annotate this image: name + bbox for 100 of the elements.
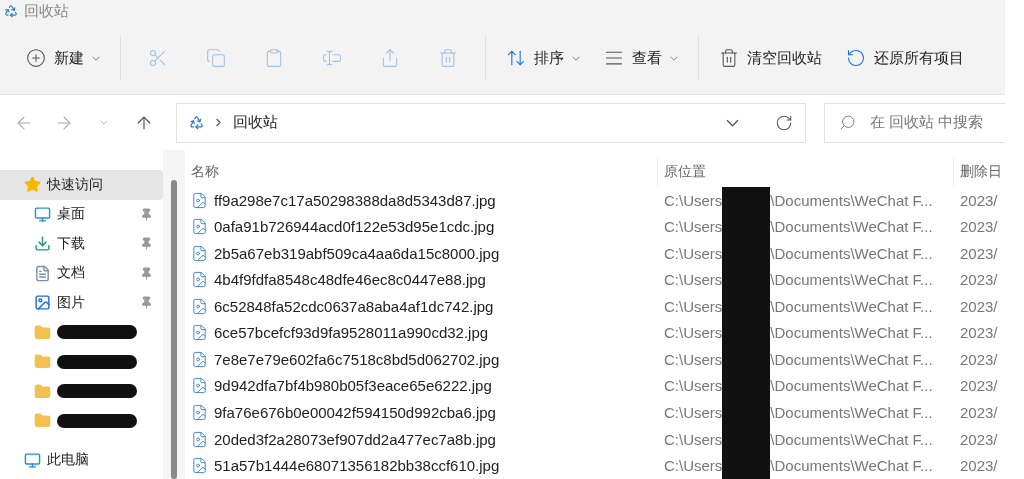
desktop-icon: [34, 205, 51, 223]
location-text: \Documents\WeChat F...: [770, 244, 933, 262]
folder-icon: [34, 353, 51, 371]
date-text: 2023/: [959, 191, 999, 209]
empty-button[interactable]: 清空回收站: [707, 38, 834, 78]
address-bar[interactable]: 回收站: [176, 102, 806, 143]
folder-icon: [34, 412, 51, 430]
location-text: C:\Users: [664, 244, 723, 262]
recycle-bin-icon: [4, 4, 18, 18]
location-text: \Documents\WeChat F...: [770, 377, 933, 395]
computer-icon: [24, 451, 41, 469]
file-name[interactable]: 2b5a67eb319abf509ca4aa6da15c8000.jpg: [191, 244, 657, 262]
search-field[interactable]: 在 回收站 中搜索: [824, 102, 1005, 143]
date-text: 2023/: [959, 430, 999, 448]
file-name[interactable]: 51a57b1444e68071356182bb38ccf610.jpg: [191, 457, 657, 475]
image-file-icon: [191, 218, 208, 236]
date-text: 2023/: [959, 404, 999, 422]
copy-icon: [206, 48, 226, 68]
location-text: C:\Users: [664, 350, 723, 368]
image-file-icon: [191, 191, 208, 209]
column-header[interactable]: 名称: [191, 158, 657, 187]
sidebar-item[interactable]: 快速访问: [0, 170, 163, 200]
window-title: 回收站: [24, 1, 69, 21]
file-name[interactable]: ff9a298e7c17a50298388da8d5343d87.jpg: [191, 191, 657, 209]
location-text: \Documents\WeChat F...: [770, 324, 933, 342]
sidebar-item[interactable]: 文档: [0, 258, 163, 288]
trash-icon: [719, 48, 739, 68]
view-button[interactable]: 查看: [592, 38, 690, 78]
location-text: C:\Users: [664, 457, 723, 475]
image-file-icon: [191, 244, 208, 262]
image-file-icon: [191, 377, 208, 395]
picture-icon: [34, 294, 51, 312]
caret-icon: [726, 118, 739, 127]
file-name[interactable]: 9fa76e676b0e00042f594150d992cba6.jpg: [191, 404, 657, 422]
location-text: \Documents\WeChat F...: [770, 457, 933, 475]
file-name[interactable]: 4b4f9fdfa8548c48dfe46ec8c0447e88.jpg: [191, 271, 657, 289]
location-text: C:\Users: [664, 297, 723, 315]
date-text: 2023/: [959, 377, 999, 395]
location-text: \Documents\WeChat F...: [770, 271, 933, 289]
location-text: C:\Users: [664, 218, 723, 236]
plus-icon: [26, 48, 46, 68]
scrollbar[interactable]: [163, 150, 185, 479]
star-icon: [24, 176, 41, 194]
breadcrumb[interactable]: 回收站: [233, 113, 278, 132]
location-text: C:\Users: [664, 430, 723, 448]
date-text: 2023/: [959, 457, 999, 475]
caret-icon: [100, 120, 108, 125]
sidebar-item[interactable]: 图片: [0, 288, 163, 318]
refresh-icon[interactable]: [775, 113, 793, 132]
column-header[interactable]: 原位置: [657, 158, 953, 187]
location-text: C:\Users: [664, 404, 723, 422]
location-text: C:\Users: [664, 271, 723, 289]
location-text: \Documents\WeChat F...: [770, 191, 933, 209]
sort-icon: [506, 48, 526, 68]
restore-icon: [846, 48, 866, 68]
sort-button[interactable]: 排序: [494, 38, 592, 78]
file-name[interactable]: 7e8e7e79e602fa6c7518c8bd5d062702.jpg: [191, 350, 657, 368]
folder-icon: [34, 323, 51, 341]
location-text: \Documents\WeChat F...: [770, 350, 933, 368]
location-text: C:\Users: [664, 324, 723, 342]
date-text: 2023/: [959, 350, 999, 368]
image-file-icon: [191, 457, 208, 475]
redaction-mark: [722, 452, 771, 479]
new-button[interactable]: 新建: [14, 38, 112, 78]
file-name[interactable]: 9d942dfa7bf4b980b05f3eace65e6222.jpg: [191, 377, 657, 395]
sidebar-item[interactable]: 桌面: [0, 199, 163, 229]
image-file-icon: [191, 271, 208, 289]
image-file-icon: [191, 404, 208, 422]
location-text: \Documents\WeChat F...: [770, 430, 933, 448]
search-icon: [839, 114, 856, 131]
image-file-icon: [191, 350, 208, 368]
date-text: 2023/: [959, 297, 999, 315]
column-header[interactable]: 删除日: [953, 158, 1005, 187]
date-text: 2023/: [959, 218, 999, 236]
recycle-bin-icon: [189, 115, 204, 130]
rename-icon: [322, 48, 342, 68]
share-icon: [380, 48, 400, 68]
location-text: C:\Users: [664, 377, 723, 395]
scissors-icon: [148, 48, 168, 68]
redaction-mark: [722, 186, 771, 214]
location-text: C:\Users: [664, 191, 723, 209]
image-file-icon: [191, 297, 208, 315]
download-icon: [34, 235, 51, 253]
file-name[interactable]: 0afa91b726944acd0f122e53d95e1cdc.jpg: [191, 218, 657, 236]
location-text: \Documents\WeChat F...: [770, 404, 933, 422]
sidebar-item[interactable]: 下载: [0, 229, 163, 259]
file-name[interactable]: 20ded3f2a28073ef907dd2a477ec7a8b.jpg: [191, 430, 657, 448]
file-name[interactable]: 6ce57bcefcf93d9fa9528011a990cd32.jpg: [191, 324, 657, 342]
file-name[interactable]: 6c52848fa52cdc0637a8aba4af1dc742.jpg: [191, 297, 657, 315]
document-icon: [34, 264, 51, 282]
location-text: \Documents\WeChat F...: [770, 218, 933, 236]
image-file-icon: [191, 324, 208, 342]
sidebar-item[interactable]: 此电脑: [0, 445, 163, 475]
date-text: 2023/: [959, 271, 999, 289]
location-text: \Documents\WeChat F...: [770, 297, 933, 315]
trash-icon: [438, 48, 458, 68]
restore-button[interactable]: 还原所有项目: [834, 38, 976, 78]
date-text: 2023/: [959, 244, 999, 262]
date-text: 2023/: [959, 324, 999, 342]
image-file-icon: [191, 430, 208, 448]
